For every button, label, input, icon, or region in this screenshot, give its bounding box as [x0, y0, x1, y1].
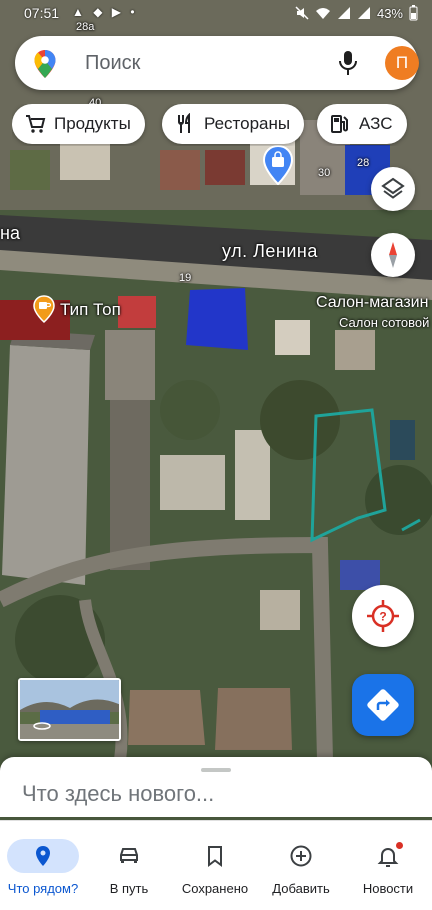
drag-handle[interactable]: [201, 768, 231, 772]
nav-label: Новости: [362, 881, 414, 896]
wifi-icon: [315, 8, 330, 19]
nav-icon-container: [352, 839, 424, 873]
poi-label[interactable]: Тип Топ: [60, 300, 121, 320]
search-bar[interactable]: Поиск П: [15, 36, 419, 90]
bookmark-icon: [208, 846, 222, 867]
directions-icon: [367, 689, 399, 721]
nav-icon-container: [179, 839, 251, 873]
compass-button[interactable]: [371, 233, 415, 277]
nav-updates[interactable]: Новости: [345, 839, 431, 903]
cafe-pin-icon[interactable]: [33, 295, 55, 323]
shopping-bag-pin-icon[interactable]: [263, 145, 293, 185]
gas-station-icon: [331, 115, 348, 133]
account-avatar[interactable]: П: [385, 46, 419, 80]
bottom-navigation: Что рядом? В путь Сохранено Добавить Нов…: [0, 820, 432, 910]
nav-label: Добавить: [272, 881, 330, 896]
nav-label: Сохранено: [181, 881, 249, 896]
sheet-title: Что здесь нового...: [22, 781, 215, 806]
house-number: 19: [179, 272, 192, 284]
compass-icon: [389, 242, 397, 268]
directions-button[interactable]: [352, 674, 414, 736]
microphone-icon[interactable]: [337, 50, 359, 76]
chip-label: Рестораны: [204, 114, 291, 133]
signal-icon-2: [357, 7, 370, 19]
chip-label: Продукты: [54, 114, 131, 133]
category-chips: Продукты Рестораны АЗС: [12, 104, 432, 146]
nav-saved[interactable]: Сохранено: [172, 839, 258, 903]
shop-label[interactable]: Салон-магазин: [316, 294, 428, 312]
explore-sheet[interactable]: Что здесь нового...: [0, 757, 432, 817]
mute-icon: [295, 6, 309, 20]
car-icon: [120, 848, 138, 863]
notification-dot: [396, 842, 403, 849]
cart-icon: [26, 115, 46, 133]
nav-contribute[interactable]: Добавить: [258, 839, 344, 903]
svg-text:?: ?: [379, 610, 386, 624]
layers-button[interactable]: [371, 167, 415, 211]
location-pin-icon: [36, 846, 50, 866]
chip-gas-stations[interactable]: АЗС: [317, 104, 407, 144]
battery-level: 43%: [376, 5, 403, 21]
nav-icon-container: [265, 839, 337, 873]
nav-label: В путь: [109, 881, 149, 896]
shop-sublabel[interactable]: Салон сотовой: [339, 315, 429, 330]
street-label: ул. Ленина: [222, 241, 318, 261]
my-location-button[interactable]: ?: [352, 585, 414, 647]
notification-icons: ▲ ◆ ▶ •: [72, 5, 138, 19]
chip-label: АЗС: [359, 114, 393, 133]
restaurant-icon: [178, 113, 190, 133]
chip-groceries[interactable]: Продукты: [12, 104, 145, 144]
location-unknown-icon: ?: [367, 600, 399, 632]
chip-restaurants[interactable]: Рестораны: [162, 104, 305, 144]
clock: 07:51: [24, 5, 60, 21]
nav-go[interactable]: В путь: [86, 839, 172, 903]
signal-icon: [337, 7, 350, 19]
street-label-left: на: [0, 223, 20, 243]
nav-icon-container: [93, 839, 165, 873]
status-bar: 07:51 ▲ ◆ ▶ • 43%: [0, 0, 432, 28]
nav-icon-container: [7, 839, 79, 873]
nav-explore[interactable]: Что рядом?: [0, 839, 86, 903]
battery-icon: [409, 5, 418, 21]
street-view-thumbnail[interactable]: [18, 678, 121, 741]
nav-label: Что рядом?: [7, 881, 79, 896]
search-input[interactable]: Поиск: [85, 52, 140, 75]
house-number: 30: [318, 167, 331, 179]
house-number: 28: [357, 157, 370, 169]
status-right: 43%: [295, 5, 418, 21]
add-circle-icon: [290, 845, 312, 867]
street-view-image: [20, 680, 119, 739]
layers-icon: [381, 177, 405, 199]
google-maps-logo-icon: [34, 50, 56, 78]
